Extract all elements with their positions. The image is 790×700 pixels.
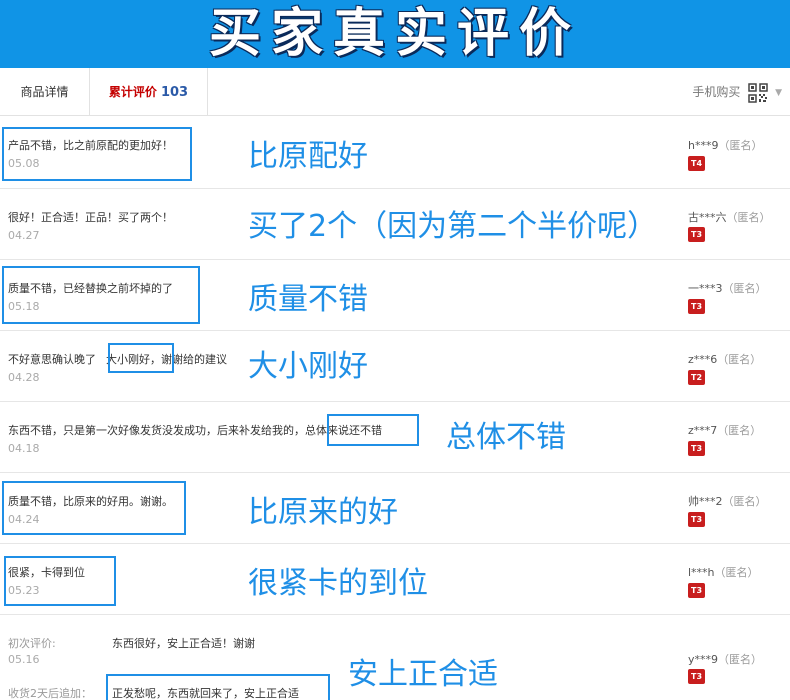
highlight-box [2,127,192,181]
reviewer: l***h（匿名） [688,564,759,580]
review-text: 质量不错，已经替换之前坏掉的了 [8,280,173,296]
review-date: 05.16 [8,653,40,666]
annotation: 总体不错 [446,412,566,456]
review-date: 04.28 [8,371,40,384]
reviewer: z***7（匿名） [688,422,761,438]
annotation: 安上正合适 [348,649,498,693]
level-badge: T3 [688,583,705,598]
review-item: 很紧，卡得到位 05.23 很紧卡的到位 l***h（匿名） T3 [0,544,790,615]
review-item: 质量不错，比原来的好用。谢谢。 04.24 比原来的好 帅***2（匿名） T3 [0,473,790,544]
review-text: 东西不错，只是第一次好像发货没发成功，后来补发给我的，总体来说还不错 [8,422,382,438]
reviewer: y***9（匿名） [688,651,762,667]
reviewer: 帅***2（匿名） [688,493,767,509]
mobile-buy-label: 手机购买 [692,85,740,99]
anonymous-tag: （匿名） [715,566,759,579]
annotation: 很紧卡的到位 [248,558,428,602]
review-item: 东西不错，只是第一次好像发货没发成功，后来补发给我的，总体来说还不错 04.18… [0,402,790,473]
level-badge: T3 [688,512,705,527]
followup-label: 收货2天后追加： [8,685,92,700]
reviewer-name: l***h [688,566,715,579]
anonymous-tag: （匿名） [727,211,771,224]
reviewer-name: z***7 [688,424,717,437]
anonymous-tag: （匿名） [723,282,767,295]
review-date: 04.27 [8,229,40,242]
annotation: 大小刚好 [248,341,368,385]
reviewer-name: h***9 [688,139,718,152]
level-badge: T3 [688,669,705,684]
review-text: 很好！正合适！正品！买了两个！ [8,209,173,225]
review-text: 质量不错，比原来的好用。谢谢。 [8,493,173,509]
first-review-label: 初次评价: [8,635,56,651]
review-date: 04.24 [8,513,40,526]
annotation: 比原来的好 [248,487,398,531]
tab-product-details[interactable]: 商品详情 [0,68,90,116]
chevron-down-icon: ▼ [775,69,782,117]
qr-code-icon [748,83,768,103]
anonymous-tag: （匿名） [718,653,762,666]
reviewer-name: y***9 [688,653,718,666]
review-text: 很紧，卡得到位 [8,564,85,580]
review-date: 05.18 [8,300,40,313]
level-badge: T4 [688,156,705,171]
anonymous-tag: （匿名） [718,139,762,152]
annotation: 买了2个（因为第二个半价呢） [248,201,657,245]
level-badge: T3 [688,299,705,314]
highlight-box [327,414,419,446]
banner-title: 买家真实评价 [0,0,790,68]
reviewer-name: 帅***2 [688,495,723,508]
reviewer-name: 古***六 [688,211,727,224]
reviewer: 古***六（匿名） [688,209,771,225]
review-date: 04.18 [8,442,40,455]
reviewer: 一***3（匿名） [688,280,767,296]
annotation: 质量不错 [248,274,368,318]
level-badge: T2 [688,370,705,385]
mobile-buy-button[interactable]: 手机购买 ▼ [692,68,782,116]
followup-text: 正发愁呢，东西就回来了，安上正合适 [112,685,299,700]
level-badge: T3 [688,227,705,242]
review-date: 05.23 [8,584,40,597]
tab-reviews[interactable]: 累计评价 103 [90,68,208,116]
anonymous-tag: （匿名） [723,495,767,508]
review-date: 05.08 [8,157,40,170]
review-item: 初次评价: 东西很好，安上正合适！谢谢 05.16 安上正合适 收货2天后追加：… [0,615,790,700]
reviews-count: 103 [161,85,188,100]
review-text-part: 东西不错，只是第一次好像发货没发成功，后来补发给我的， [8,424,305,437]
tab-bar: 商品详情 累计评价 103 手机购买 ▼ [0,68,790,116]
review-text-part: 不好意思确认晚了 [8,353,96,366]
review-item: 质量不错，已经替换之前坏掉的了 05.18 质量不错 一***3（匿名） T3 [0,260,790,331]
level-badge: T3 [688,441,705,456]
review-item: 不好意思确认晚了大小刚好，谢谢给的建议 04.28 大小刚好 z***6（匿名）… [0,331,790,402]
reviewer: z***6（匿名） [688,351,761,367]
banner: 买家真实评价 [0,0,790,68]
reviewer-name: z***6 [688,353,717,366]
reviewer-name: 一***3 [688,282,723,295]
anonymous-tag: （匿名） [717,424,761,437]
annotation: 比原配好 [248,131,368,175]
tab-reviews-label: 累计评价 [109,85,157,99]
reviewer: h***9（匿名） [688,137,762,153]
anonymous-tag: （匿名） [717,353,761,366]
review-text: 东西很好，安上正合适！谢谢 [112,635,255,651]
review-item: 产品不错，比之前原配的更加好！ 05.08 比原配好 h***9（匿名） T4 [0,117,790,189]
review-text: 产品不错，比之前原配的更加好！ [8,137,173,153]
highlight-box [108,343,174,373]
review-item: 很好！正合适！正品！买了两个！ 04.27 买了2个（因为第二个半价呢） 古**… [0,189,790,260]
